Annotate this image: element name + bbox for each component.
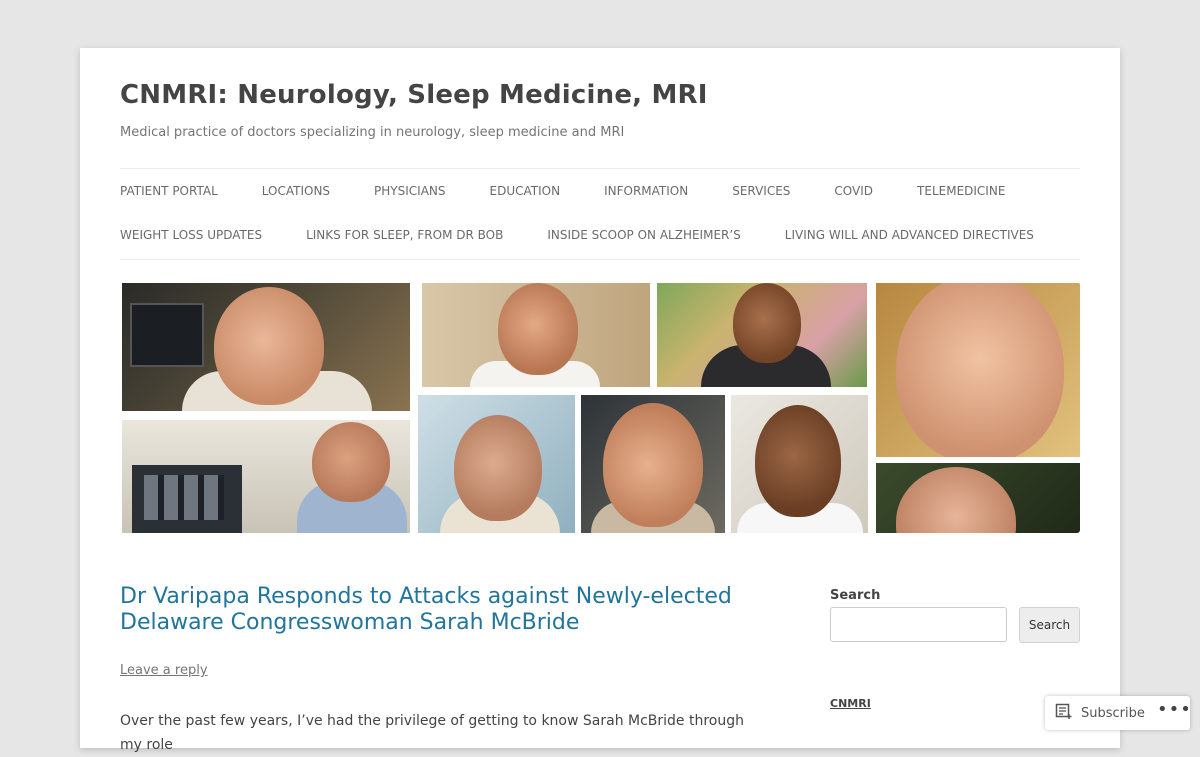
nav-item-telemedicine[interactable]: TELEMEDICINE: [917, 184, 1005, 198]
nav-item-links-for-sleep[interactable]: LINKS FOR SLEEP, FROM DR BOB: [306, 228, 503, 242]
nav-item-weight-loss-updates[interactable]: WEIGHT LOSS UPDATES: [120, 228, 262, 242]
nav-item-patient-portal[interactable]: PATIENT PORTAL: [120, 184, 218, 198]
physician-photo-7: [731, 395, 868, 533]
physician-photo-5: [418, 395, 575, 533]
page-container: CNMRI: Neurology, Sleep Medicine, MRI Me…: [80, 48, 1120, 753]
physician-photo-4: [657, 283, 867, 387]
nav-item-alzheimers[interactable]: INSIDE SCOOP ON ALZHEIMER’S: [547, 228, 740, 242]
nav-row-1: PATIENT PORTAL LOCATIONS PHYSICIANS EDUC…: [120, 184, 1005, 198]
post-title[interactable]: Dr Varipapa Responds to Attacks against …: [120, 584, 760, 636]
nav-row-2: WEIGHT LOSS UPDATES LINKS FOR SLEEP, FRO…: [120, 228, 1034, 242]
physician-photo-3: [422, 283, 650, 387]
physician-photo-6: [581, 395, 725, 533]
nav-item-physicians[interactable]: PHYSICIANS: [374, 184, 445, 198]
subscribe-button[interactable]: Subscribe: [1055, 703, 1145, 723]
site-description: Medical practice of doctors specializing…: [120, 125, 625, 140]
post-excerpt: Over the past few years, I’ve had the pr…: [120, 713, 745, 753]
sidebar-link-cnmri[interactable]: CNMRI: [830, 697, 871, 710]
main-navigation: PATIENT PORTAL LOCATIONS PHYSICIANS EDUC…: [120, 168, 1080, 260]
more-options-button[interactable]: •••: [1157, 701, 1191, 725]
nav-item-locations[interactable]: LOCATIONS: [262, 184, 330, 198]
physician-photo-2: [122, 420, 410, 533]
follow-bar: Subscribe •••: [1045, 696, 1191, 730]
site-title[interactable]: CNMRI: Neurology, Sleep Medicine, MRI: [120, 80, 708, 110]
nav-item-information[interactable]: INFORMATION: [604, 184, 688, 198]
subscribe-icon: [1055, 702, 1073, 724]
nav-item-living-will[interactable]: LIVING WILL AND ADVANCED DIRECTIVES: [785, 228, 1034, 242]
header-image-collage: [120, 282, 1080, 533]
subscribe-label: Subscribe: [1081, 705, 1145, 721]
nav-item-services[interactable]: SERVICES: [732, 184, 790, 198]
physician-photo-9: [876, 463, 1080, 533]
nav-item-education[interactable]: EDUCATION: [490, 184, 561, 198]
physician-photo-1: [122, 283, 410, 411]
leave-reply-link[interactable]: Leave a reply: [120, 663, 208, 678]
search-input[interactable]: [830, 607, 1007, 642]
search-button[interactable]: Search: [1019, 607, 1080, 643]
search-widget-title: Search: [830, 588, 881, 603]
nav-item-covid[interactable]: COVID: [834, 184, 873, 198]
physician-photo-8: [876, 283, 1080, 457]
